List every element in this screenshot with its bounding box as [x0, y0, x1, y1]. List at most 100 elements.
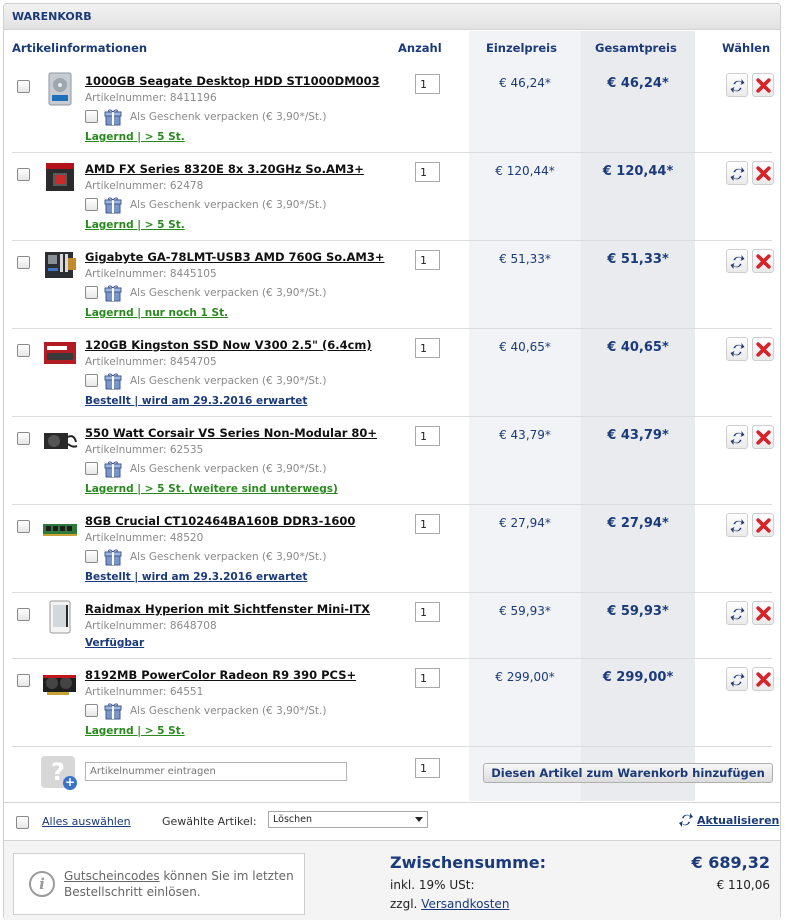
article-number-value: 62535: [169, 444, 204, 456]
article-number-input[interactable]: [85, 762, 347, 781]
tax-label: inkl. 19% USt:: [390, 878, 475, 892]
item-select-checkbox[interactable]: [17, 168, 30, 181]
stock-status-link[interactable]: Lagernd | > 5 St.: [85, 131, 185, 143]
cart-item-row: Raidmax Hyperion mit Sichtfenster Mini-I…: [4, 593, 780, 659]
quantity-input[interactable]: [415, 250, 440, 270]
add-quantity-input[interactable]: [415, 758, 440, 778]
select-all-link[interactable]: Alles auswählen: [42, 815, 131, 828]
product-name-link[interactable]: AMD FX Series 8320E 8x 3.20GHz So.AM3+: [85, 162, 364, 176]
info-icon: i: [29, 871, 55, 897]
refresh-item-button[interactable]: [726, 513, 748, 537]
gift-wrap-checkbox[interactable]: [85, 704, 98, 717]
header-unit-price: Einzelpreis: [486, 41, 557, 55]
item-select-checkbox[interactable]: [17, 256, 30, 269]
gift-wrap-checkbox[interactable]: [85, 550, 98, 563]
product-name-link[interactable]: 550 Watt Corsair VS Series Non-Modular 8…: [85, 426, 377, 440]
article-number-value: 48520: [169, 532, 204, 544]
plus-icon: +: [63, 775, 77, 790]
refresh-item-button[interactable]: [726, 73, 748, 97]
delete-item-button[interactable]: [752, 73, 774, 97]
quantity-input[interactable]: [415, 668, 440, 688]
quantity-input[interactable]: [415, 162, 440, 182]
article-number-prefix: Artikelnummer:: [85, 268, 167, 280]
ram-icon[interactable]: [42, 512, 78, 546]
item-select-checkbox[interactable]: [17, 432, 30, 445]
refresh-item-button[interactable]: [726, 249, 748, 273]
gift-wrap-checkbox[interactable]: [85, 374, 98, 387]
quantity-input[interactable]: [415, 426, 440, 446]
refresh-item-button[interactable]: [726, 601, 748, 625]
delete-item-button[interactable]: [752, 667, 774, 691]
subtotal-value: € 689,32: [691, 853, 770, 872]
quantity-input[interactable]: [415, 514, 440, 534]
refresh-icon[interactable]: [679, 812, 693, 831]
delete-item-button[interactable]: [752, 249, 774, 273]
voucher-hint-box: i Gutscheincodes können Sie im letzten B…: [13, 853, 305, 915]
item-select-checkbox[interactable]: [17, 344, 30, 357]
stock-status-link[interactable]: Verfügbar: [85, 637, 144, 649]
gift-wrap-label: Als Geschenk verpacken (€ 3,90*/St.): [130, 287, 327, 299]
mainboard-icon[interactable]: [42, 248, 78, 282]
article-number: Artikelnummer: 48520: [85, 532, 203, 544]
select-all-checkbox[interactable]: [16, 816, 29, 829]
delete-item-button[interactable]: [752, 337, 774, 361]
refresh-item-button[interactable]: [726, 337, 748, 361]
quantity-input[interactable]: [415, 602, 440, 622]
gift-wrap-checkbox[interactable]: [85, 462, 98, 475]
refresh-item-button[interactable]: [726, 161, 748, 185]
product-name-link[interactable]: Gigabyte GA-78LMT-USB3 AMD 760G So.AM3+: [85, 250, 384, 264]
item-select-checkbox[interactable]: [17, 80, 30, 93]
header-info: Artikelinformationen: [12, 41, 148, 55]
cart-item-row: 550 Watt Corsair VS Series Non-Modular 8…: [4, 417, 780, 505]
refresh-link[interactable]: Aktualisieren: [697, 814, 779, 827]
header-total-price: Gesamtpreis: [595, 41, 677, 55]
stock-status-link[interactable]: Lagernd | > 5 St. (weitere sind unterweg…: [85, 483, 338, 495]
selected-action-dropdown[interactable]: Löschen: [268, 811, 428, 828]
gpu-icon[interactable]: [42, 666, 78, 700]
delete-item-button[interactable]: [752, 161, 774, 185]
article-number: Artikelnummer: 8648708: [85, 620, 217, 632]
total-price: € 299,00*: [602, 670, 674, 685]
selected-items-label: Gewählte Artikel:: [162, 815, 257, 828]
stock-status-link[interactable]: Bestellt | wird am 29.3.2016 erwartet: [85, 395, 307, 407]
item-select-checkbox[interactable]: [17, 608, 30, 621]
quantity-input[interactable]: [415, 74, 440, 94]
total-price: € 51,33*: [607, 252, 669, 267]
gift-wrap-label: Als Geschenk verpacken (€ 3,90*/St.): [130, 111, 327, 123]
gift-wrap-checkbox[interactable]: [85, 286, 98, 299]
gift-wrap-label: Als Geschenk verpacken (€ 3,90*/St.): [130, 199, 327, 211]
gift-icon: [104, 196, 122, 214]
psu-icon[interactable]: [42, 424, 78, 458]
shipping-note: zzgl. Versandkosten: [390, 897, 509, 911]
total-price: € 43,79*: [607, 428, 669, 443]
item-select-checkbox[interactable]: [17, 520, 30, 533]
refresh-item-button[interactable]: [726, 425, 748, 449]
delete-item-button[interactable]: [752, 513, 774, 537]
delete-item-button[interactable]: [752, 601, 774, 625]
stock-status-link[interactable]: Lagernd | nur noch 1 St.: [85, 307, 228, 319]
product-name-link[interactable]: 1000GB Seagate Desktop HDD ST1000DM003: [85, 74, 380, 88]
voucher-link[interactable]: Gutscheincodes: [64, 869, 160, 883]
gift-wrap-checkbox[interactable]: [85, 198, 98, 211]
cart-item-row: AMD FX Series 8320E 8x 3.20GHz So.AM3+ Ar…: [4, 153, 780, 241]
product-name-link[interactable]: Raidmax Hyperion mit Sichtfenster Mini-I…: [85, 602, 370, 616]
hdd-icon[interactable]: [42, 72, 78, 106]
product-name-link[interactable]: 120GB Kingston SSD Now V300 2.5" (6.4cm): [85, 338, 372, 352]
item-select-checkbox[interactable]: [17, 674, 30, 687]
total-price: € 46,24*: [607, 76, 669, 91]
shipping-costs-link[interactable]: Versandkosten: [421, 897, 509, 911]
product-name-link[interactable]: 8GB Crucial CT102464BA160B DDR3-1600: [85, 514, 355, 528]
stock-status-link[interactable]: Bestellt | wird am 29.3.2016 erwartet: [85, 571, 307, 583]
stock-status-link[interactable]: Lagernd | > 5 St.: [85, 219, 185, 231]
refresh-item-button[interactable]: [726, 667, 748, 691]
ssd-icon[interactable]: [42, 336, 78, 370]
cpu-box-icon[interactable]: [42, 160, 78, 194]
add-to-cart-button[interactable]: Diesen Artikel zum Warenkorb hinzufügen: [483, 763, 773, 783]
stock-status-link[interactable]: Lagernd | > 5 St.: [85, 725, 185, 737]
gift-wrap-checkbox[interactable]: [85, 110, 98, 123]
quantity-input[interactable]: [415, 338, 440, 358]
unit-price: € 40,65*: [499, 340, 551, 354]
product-name-link[interactable]: 8192MB PowerColor Radeon R9 390 PCS+: [85, 668, 356, 682]
pc-case-icon[interactable]: [42, 600, 78, 634]
delete-item-button[interactable]: [752, 425, 774, 449]
